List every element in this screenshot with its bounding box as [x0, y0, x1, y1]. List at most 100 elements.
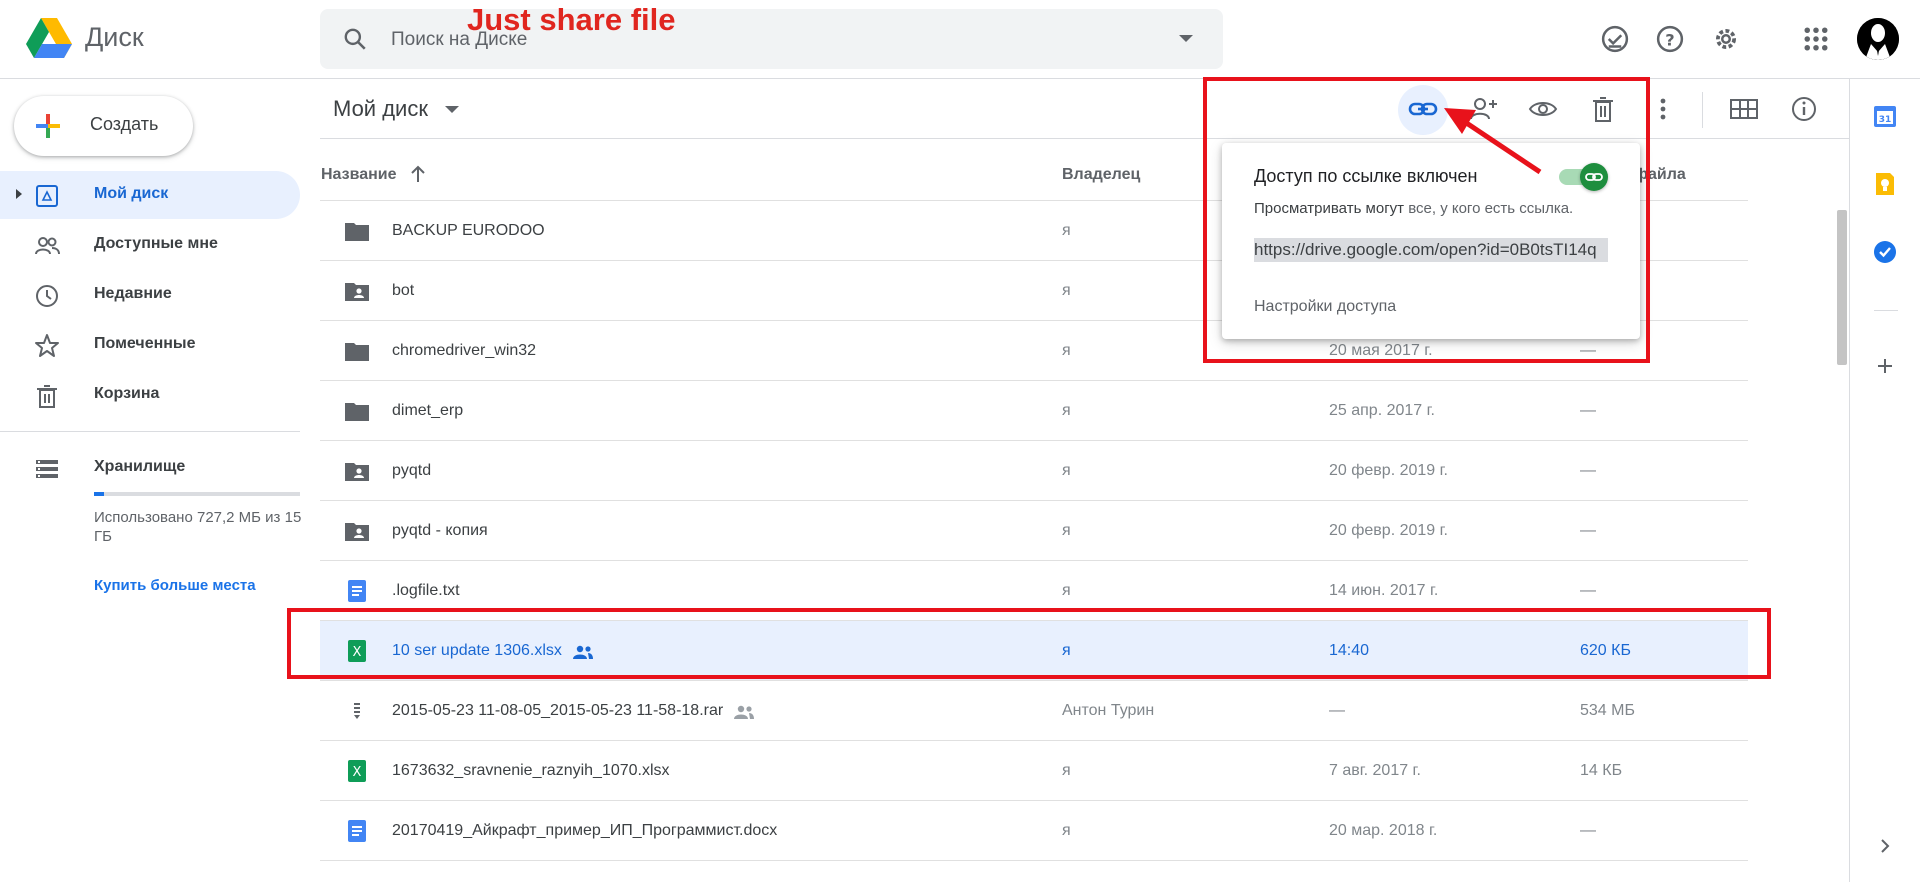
sidebar-item-label: Доступные мне [94, 235, 218, 252]
size-cell: — [1580, 822, 1596, 839]
size-cell: — [1580, 522, 1596, 539]
shared-folder-icon [344, 519, 370, 543]
size-cell: — [1580, 462, 1596, 479]
annotation-highlight-row [287, 608, 1771, 679]
apps-grid-icon[interactable] [1801, 24, 1831, 54]
plus-icon [36, 114, 60, 138]
owner-cell: я [1062, 762, 1071, 779]
search-bar[interactable]: Поиск на Диске [320, 9, 1223, 69]
docs-file-icon [344, 819, 370, 843]
owner-cell: я [1062, 582, 1071, 599]
account-avatar[interactable] [1857, 18, 1899, 60]
shared-folder-icon [344, 279, 370, 303]
owner-cell: Антон Турин [1062, 702, 1155, 719]
settings-gear-icon[interactable] [1711, 24, 1741, 54]
table-row[interactable]: X 1673632_sravnenie_raznyih_1070.xlsx я 7 а… [320, 741, 1748, 801]
file-name[interactable]: BACKUP EURODOO [392, 222, 545, 240]
size-cell: — [1580, 582, 1596, 599]
sidebar-divider [0, 431, 300, 432]
keep-icon[interactable] [1872, 171, 1898, 197]
folder-icon [344, 219, 370, 243]
file-name[interactable]: 2015-05-23 11-08-05_2015-05-23 11-58-18.… [392, 702, 723, 720]
storage-progress-bar [94, 492, 300, 496]
modified-cell: — [1329, 702, 1345, 719]
modified-cell: 14 июн. 2017 г. [1329, 582, 1439, 599]
trash-icon [37, 385, 57, 408]
side-panel-rail: 31 [1849, 79, 1920, 882]
svg-text:31: 31 [1879, 115, 1892, 125]
help-icon[interactable]: ? [1655, 24, 1685, 54]
owner-cell: я [1062, 402, 1071, 419]
rail-divider [1874, 310, 1898, 311]
table-row[interactable]: dimet_erp я 25 апр. 2017 г. — [320, 381, 1748, 441]
column-header-name[interactable]: Название [321, 166, 397, 184]
title-dropdown-chevron-icon[interactable] [445, 106, 459, 113]
annotation-highlight-toolbar [1203, 77, 1650, 363]
info-icon[interactable] [1789, 94, 1819, 124]
file-name[interactable]: .logfile.txt [392, 582, 460, 600]
expand-caret-icon[interactable] [16, 189, 22, 199]
archive-file-icon [344, 699, 370, 723]
file-name[interactable]: 20170419_Айкрафт_пример_ИП_Программист.d… [392, 822, 777, 840]
folder-icon [344, 339, 370, 363]
shared-folder-icon [344, 459, 370, 483]
owner-cell: я [1062, 822, 1071, 839]
owner-cell: я [1062, 222, 1071, 239]
owner-cell: я [1062, 462, 1071, 479]
sidebar-item-starred[interactable]: Помеченные [0, 321, 300, 369]
table-row[interactable]: 20170419_Айкрафт_пример_ИП_Программист.d… [320, 801, 1748, 861]
modified-cell: 20 февр. 2019 г. [1329, 522, 1448, 539]
modified-cell: 20 февр. 2019 г. [1329, 462, 1448, 479]
avatar-image [1857, 18, 1899, 60]
more-vert-icon[interactable] [1648, 94, 1678, 124]
scrollbar-thumb[interactable] [1837, 210, 1847, 365]
sidebar-item-shared[interactable]: Доступные мне [0, 221, 300, 269]
sidebar-item-label: Корзина [94, 385, 160, 402]
owner-cell: я [1062, 282, 1071, 299]
sidebar-item-label: Мой диск [94, 185, 169, 202]
create-button[interactable]: Создать [14, 96, 193, 156]
file-name[interactable]: pyqtd [392, 462, 431, 480]
modified-cell: 25 апр. 2017 г. [1329, 402, 1435, 419]
sidebar-item-storage[interactable]: Хранилище [0, 444, 300, 492]
table-row[interactable]: 2015-05-23 11-08-05_2015-05-23 11-58-18.… [320, 681, 1748, 741]
clock-icon [36, 285, 58, 307]
sort-ascending-arrow-icon[interactable] [408, 164, 428, 184]
my-drive-icon [36, 185, 58, 207]
tasks-icon[interactable] [1872, 239, 1898, 265]
page-title[interactable]: Мой диск [333, 96, 428, 122]
size-cell: — [1580, 402, 1596, 419]
file-name[interactable]: chromedriver_win32 [392, 342, 536, 360]
calendar-icon[interactable]: 31 [1872, 103, 1898, 129]
people-icon [35, 237, 60, 255]
owner-cell: я [1062, 522, 1071, 539]
owner-cell: я [1062, 342, 1071, 359]
expand-panel-chevron-icon[interactable] [1872, 833, 1898, 859]
sidebar-item-trash[interactable]: Корзина [0, 371, 300, 419]
top-bar: Диск Поиск на Диске Just share file ? [0, 0, 1920, 79]
storage-progress-fill [94, 492, 104, 496]
sidebar-item-label: Недавние [94, 285, 172, 302]
grid-view-icon[interactable] [1729, 94, 1759, 124]
annotation-arrow-icon [1444, 108, 1542, 175]
app-name[interactable]: Диск [85, 22, 144, 53]
file-name[interactable]: pyqtd - копия [392, 522, 488, 540]
search-options-chevron-icon[interactable] [1179, 35, 1193, 42]
create-label: Создать [90, 114, 159, 134]
file-name[interactable]: dimet_erp [392, 402, 463, 420]
sidebar-item-my-drive[interactable]: Мой диск [0, 171, 300, 219]
star-icon [35, 334, 59, 357]
search-icon[interactable] [342, 26, 368, 52]
toolbar-divider [1702, 92, 1703, 128]
drive-logo-icon[interactable] [26, 18, 72, 59]
add-addon-plus-icon[interactable] [1872, 353, 1898, 379]
table-row[interactable]: pyqtd я 20 февр. 2019 г. — [320, 441, 1748, 501]
table-row[interactable]: pyqtd - копия я 20 февр. 2019 г. — [320, 501, 1748, 561]
offline-check-icon[interactable] [1600, 24, 1630, 54]
file-name[interactable]: bot [392, 282, 414, 300]
file-name[interactable]: 1673632_sravnenie_raznyih_1070.xlsx [392, 762, 670, 780]
sidebar-item-recent[interactable]: Недавние [0, 271, 300, 319]
buy-storage-link[interactable]: Купить больше места [94, 577, 256, 594]
column-header-owner[interactable]: Владелец [1062, 166, 1140, 184]
storage-icon [36, 460, 58, 478]
